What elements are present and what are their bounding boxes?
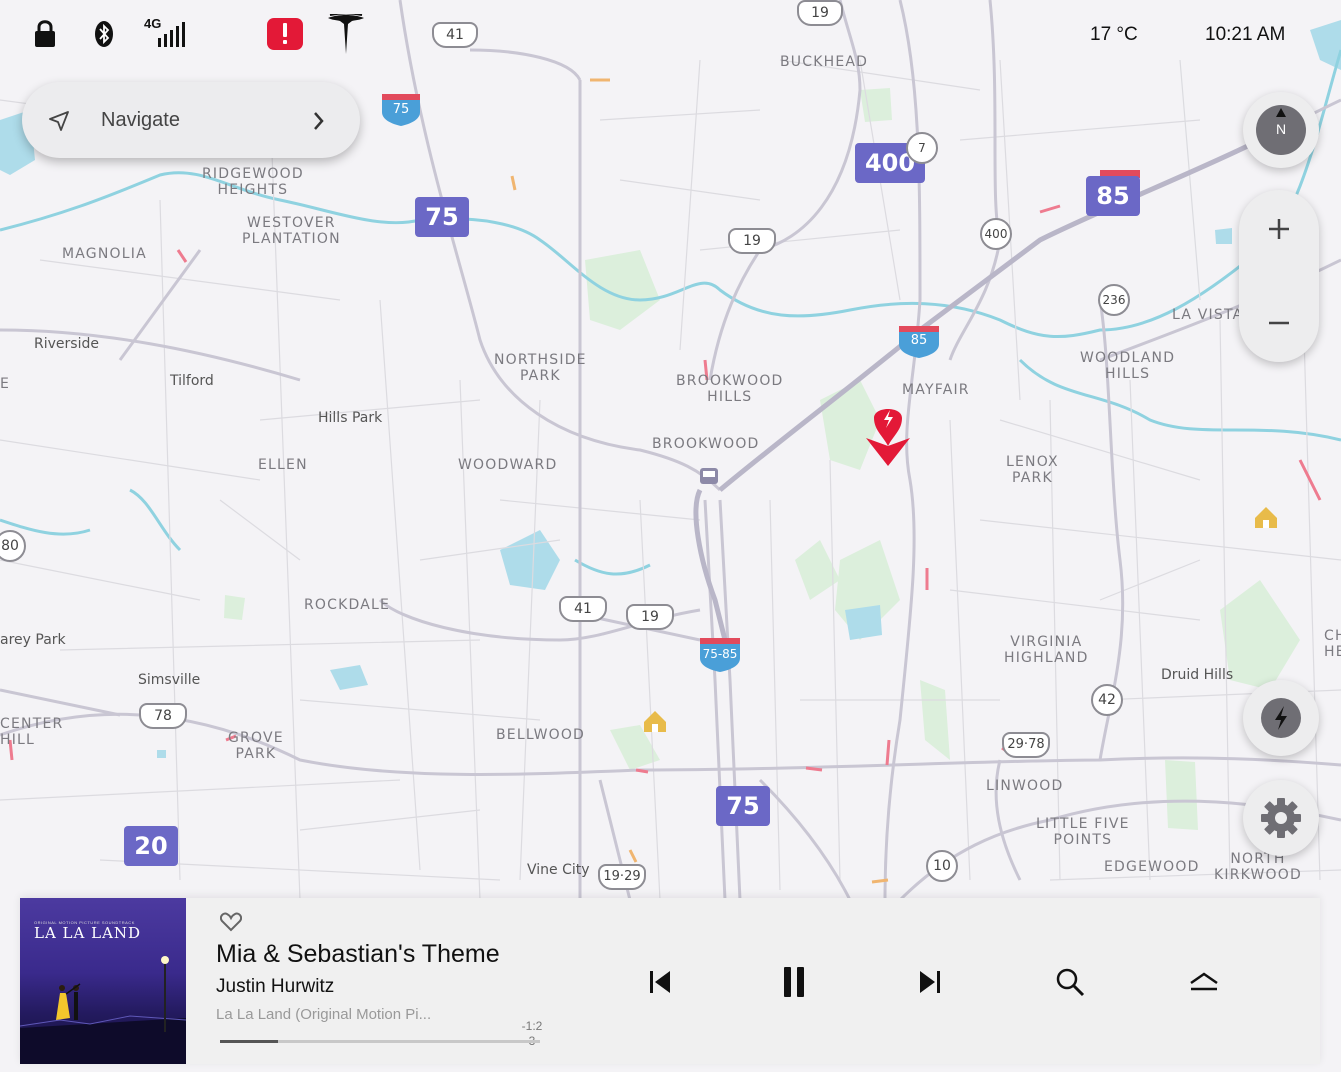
lock-icon[interactable]: [33, 18, 57, 53]
area-label-virginia-highland: VIRGINIA HIGHLAND: [1004, 634, 1089, 666]
interstate-shield-20: 20: [124, 826, 178, 866]
us-route-shield-78: 78: [139, 703, 187, 729]
area-label-ridgewood-heights: RIDGEWOOD HEIGHTS: [202, 166, 304, 198]
state-route-shield-42: 42: [1091, 684, 1123, 716]
area-label-edge-right: CH HE: [1324, 628, 1341, 660]
alert-icon[interactable]: [267, 18, 303, 55]
expand-up-icon: [1190, 972, 1218, 991]
train-station-icon: [700, 468, 718, 484]
area-label-e: E: [0, 376, 11, 392]
us-route-shield-19-29: 19·29: [598, 864, 646, 890]
interstate-badge-75-label: 75: [392, 102, 410, 117]
area-label-westover-plantation: WESTOVER PLANTATION: [242, 215, 341, 247]
navigate-label: Navigate: [101, 109, 180, 131]
lightning-bolt-icon: [1261, 698, 1301, 738]
tesla-logo-icon[interactable]: [326, 12, 366, 61]
zoom-controls: [1239, 190, 1319, 362]
album-art-scene: [20, 956, 186, 1064]
minus-icon: [1269, 321, 1289, 325]
compass-north-label: N: [1275, 121, 1287, 137]
area-label-vine-city: Vine City: [527, 862, 590, 878]
area-label-woodward: WOODWARD: [458, 457, 558, 473]
status-bar: 4G 17 °C 10:21 AM: [0, 12, 1341, 55]
area-label-grove-park: GROVE PARK: [228, 730, 284, 762]
skip-previous-icon: [650, 971, 670, 993]
album-name: La La Land (Original Motion Pi...: [216, 1006, 432, 1023]
interstate-shield-75: 75: [415, 197, 469, 237]
album-art[interactable]: ORIGINAL MOTION PICTURE SOUNDTRACK LA LA…: [20, 898, 186, 1064]
playback-progress-bar[interactable]: [220, 1040, 540, 1043]
gear-icon: [1261, 798, 1301, 838]
area-label-bellwood: BELLWOOD: [496, 727, 586, 743]
us-route-shield-29-78: 29·78: [1002, 732, 1050, 758]
previous-track-button[interactable]: [640, 962, 680, 1002]
pause-button[interactable]: [774, 962, 814, 1002]
area-label-druid-hills: Druid Hills: [1161, 667, 1234, 683]
state-route-shield-10: 10: [926, 850, 958, 882]
area-label-buckhead: BUCKHEAD: [780, 54, 869, 70]
time-remaining: -1:2 3: [521, 1019, 543, 1048]
supercharger-button[interactable]: [1243, 680, 1319, 756]
search-icon: [1056, 968, 1085, 997]
area-label-la-vista: LA VISTA: [1172, 307, 1244, 323]
compass-button[interactable]: N: [1243, 92, 1319, 168]
navigate-bar[interactable]: Navigate: [22, 82, 360, 158]
interstate-shield-85: 85: [1086, 176, 1140, 216]
area-label-tilford: Tilford: [170, 373, 214, 389]
area-label-riverside: Riverside: [34, 336, 99, 352]
area-label-mayfair: MAYFAIR: [902, 382, 970, 398]
area-label-lenox-park: LENOX PARK: [1006, 454, 1059, 486]
pause-icon: [784, 967, 804, 997]
area-label-brookwood: BROOKWOOD: [652, 436, 760, 452]
zoom-in-button[interactable]: [1239, 190, 1319, 276]
area-label-center-hill: CENTER HILL: [0, 716, 64, 748]
us-route-shield-41: 41: [559, 596, 607, 622]
playback-progress-fill: [220, 1040, 278, 1043]
media-player: ORIGINAL MOTION PICTURE SOUNDTRACK LA LA…: [20, 898, 1320, 1064]
next-track-button[interactable]: [910, 962, 950, 1002]
state-route-shield-7: 7: [906, 132, 938, 164]
expand-player-button[interactable]: [1184, 962, 1224, 1002]
navigation-arrow-icon: [48, 110, 70, 137]
area-label-linwood: LINWOOD: [986, 778, 1064, 794]
skip-next-icon: [920, 971, 940, 993]
area-label-brookwood-hills: BROOKWOOD HILLS: [676, 373, 784, 405]
area-label-hills-park: Hills Park: [318, 410, 383, 426]
search-button[interactable]: [1050, 962, 1090, 1002]
temperature-readout: 17 °C: [1090, 24, 1138, 45]
area-label-rockdale: ROCKDALE: [304, 597, 391, 613]
area-label-magnolia: MAGNOLIA: [62, 246, 147, 262]
bluetooth-icon[interactable]: [94, 20, 114, 53]
zoom-out-button[interactable]: [1239, 276, 1319, 362]
artist-name: Justin Hurwitz: [216, 976, 335, 997]
area-label-little-five-points: LITTLE FIVE POINTS: [1036, 816, 1130, 848]
plus-icon: [1269, 219, 1289, 239]
area-label-ellen: ELLEN: [258, 457, 308, 473]
us-route-shield-19: 19: [728, 228, 776, 254]
chevron-right-icon[interactable]: [312, 110, 326, 137]
area-label-northside-park: NORTHSIDE PARK: [494, 352, 587, 384]
area-label-carey-park: arey Park: [0, 632, 66, 648]
clock: 10:21 AM: [1205, 24, 1286, 45]
settings-button[interactable]: [1243, 780, 1319, 856]
interstate-badge-85-label: 85: [910, 333, 928, 348]
us-route-shield-19-south: 19: [626, 604, 674, 630]
favorite-heart-icon[interactable]: [219, 912, 243, 937]
state-route-shield-400: 400: [980, 218, 1012, 250]
state-route-shield-236: 236: [1098, 284, 1130, 316]
area-label-edgewood: EDGEWOOD: [1104, 859, 1200, 875]
song-title: Mia & Sebastian's Theme: [216, 940, 500, 968]
area-label-simsville: Simsville: [138, 672, 201, 688]
interstate-shield-75-south: 75: [716, 786, 770, 826]
area-label-woodland-hills: WOODLAND HILLS: [1080, 350, 1176, 382]
interstate-badge-75-85-label: 75-85: [702, 647, 738, 661]
